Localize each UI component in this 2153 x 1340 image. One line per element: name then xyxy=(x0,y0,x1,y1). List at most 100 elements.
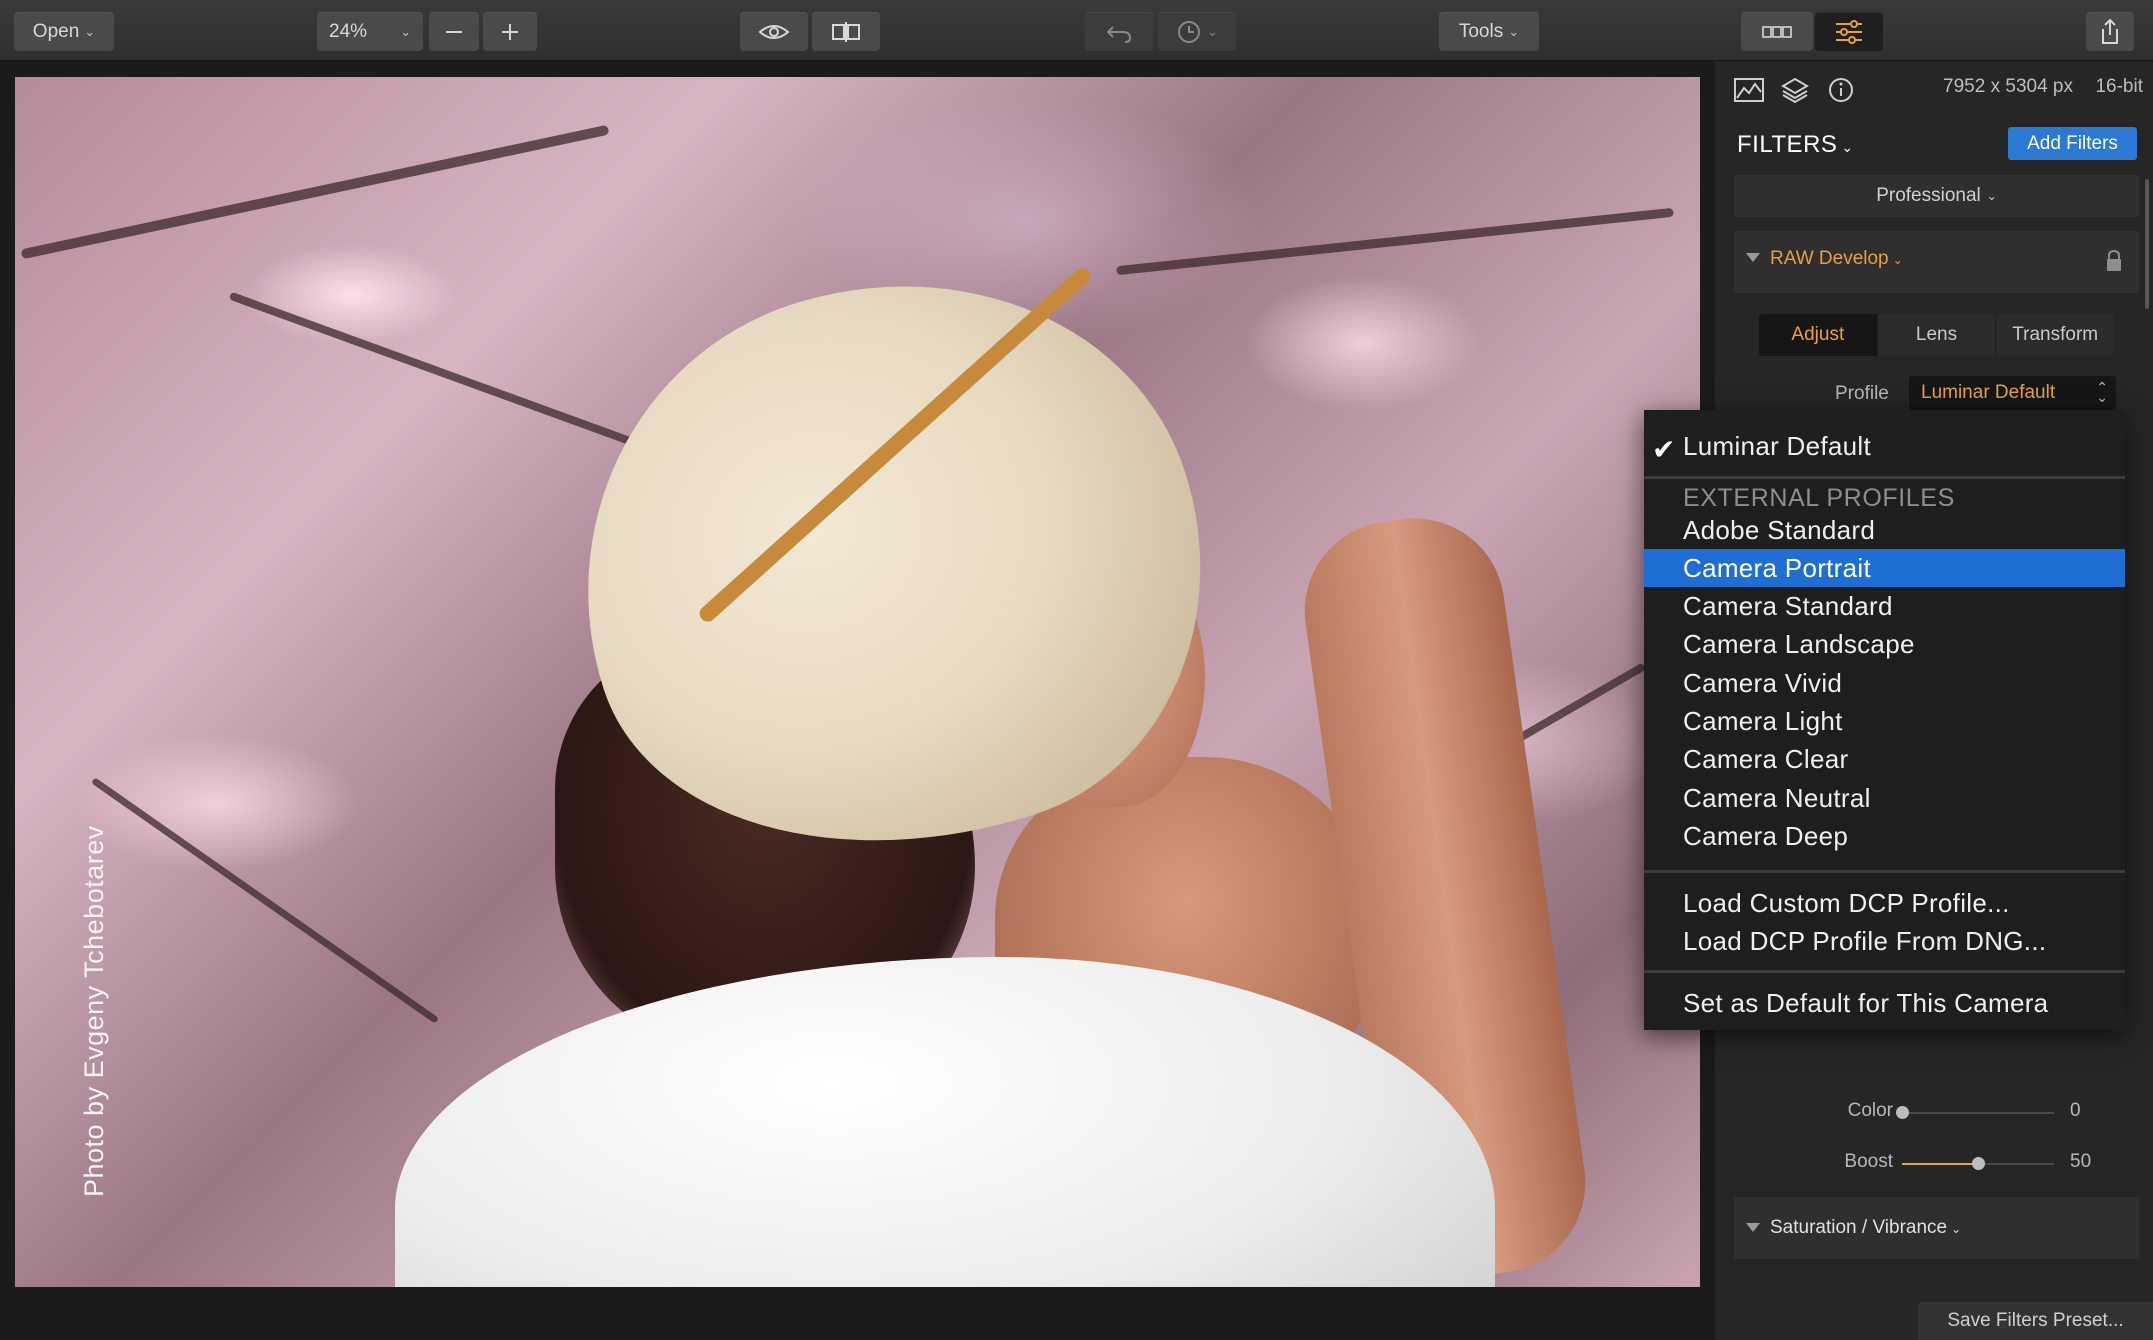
preview-toggle-button[interactable] xyxy=(740,12,808,51)
zoom-in-button[interactable] xyxy=(483,12,537,51)
histogram-tab[interactable] xyxy=(1733,75,1765,105)
menu-item-profile[interactable]: Camera Light xyxy=(1644,703,2125,741)
menu-item-profile[interactable]: Camera Landscape xyxy=(1644,626,2125,664)
filmstrip-icon xyxy=(1762,25,1792,38)
minus-icon xyxy=(446,30,462,33)
photo-detail xyxy=(20,124,610,260)
menu-item-profile[interactable]: Adobe Standard xyxy=(1644,511,2125,549)
boost-slider[interactable] xyxy=(1902,1157,2054,1170)
menu-item-profile[interactable]: Camera Standard xyxy=(1644,588,2125,626)
menu-separator xyxy=(1644,476,2125,479)
open-button[interactable]: Open ⌄ xyxy=(14,12,114,51)
photo-detail xyxy=(1116,207,1674,276)
sliders-icon xyxy=(1836,19,1862,44)
filters-title-label: FILTERS xyxy=(1737,131,1838,158)
zoom-out-button[interactable] xyxy=(429,12,479,51)
tab-lens[interactable]: Lens xyxy=(1878,314,1997,356)
boost-slider-row: Boost 50 xyxy=(1715,1149,2153,1179)
menu-item-load-custom-dcp[interactable]: Load Custom DCP Profile... xyxy=(1644,884,2125,922)
profile-value: Luminar Default xyxy=(1921,382,2056,403)
undo-button[interactable] xyxy=(1085,12,1153,51)
menu-item-profile[interactable]: Camera Deep xyxy=(1644,817,2125,855)
menu-item-set-default[interactable]: Set as Default for This Camera xyxy=(1644,984,2125,1022)
tab-adjust[interactable]: Adjust xyxy=(1759,314,1878,356)
info-tab[interactable] xyxy=(1825,75,1857,105)
checkmark-icon: ✔ xyxy=(1652,434,1676,465)
menu-separator xyxy=(1644,970,2125,973)
lock-icon[interactable] xyxy=(2105,249,2123,278)
menu-item-label: Luminar Default xyxy=(1683,430,1872,461)
menu-item-profile[interactable]: Camera Vivid xyxy=(1644,664,2125,702)
color-slider[interactable] xyxy=(1896,1106,2054,1119)
chevron-down-icon: ⌄ xyxy=(84,23,96,39)
menu-item-profile[interactable]: Camera Neutral xyxy=(1644,779,2125,817)
raw-develop-tabs: Adjust Lens Transform xyxy=(1759,314,2114,356)
workspace-select[interactable]: Professional ⌄ xyxy=(1734,175,2139,217)
filters-title[interactable]: FILTERS ⌄ xyxy=(1737,131,1854,159)
share-button[interactable] xyxy=(2086,12,2134,51)
zoom-value: 24% xyxy=(329,20,368,42)
boost-slider-label: Boost xyxy=(1844,1151,1893,1172)
saturation-vibrance-title-label: Saturation / Vibrance xyxy=(1770,1217,1948,1238)
color-slider-knob[interactable] xyxy=(1896,1106,1909,1119)
plus-icon xyxy=(502,23,518,40)
panel-scrollbar[interactable] xyxy=(2145,179,2149,309)
color-slider-row: Color 0 xyxy=(1715,1098,2153,1128)
layers-tab[interactable] xyxy=(1779,75,1811,105)
saturation-vibrance-title[interactable]: Saturation / Vibrance ⌄ xyxy=(1770,1217,1961,1239)
boost-slider-value: 50 xyxy=(2070,1151,2092,1172)
external-profiles-header: EXTERNAL PROFILES xyxy=(1683,484,1955,512)
photo-detail xyxy=(90,777,440,1024)
undo-icon xyxy=(1106,25,1132,43)
tab-transform[interactable]: Transform xyxy=(1996,314,2114,356)
profile-select[interactable]: Luminar Default ⌃ ⌄ xyxy=(1909,376,2116,410)
compare-icon xyxy=(832,21,860,42)
menu-item-load-dcp-from-dng[interactable]: Load DCP Profile From DNG... xyxy=(1644,922,2125,960)
saturation-vibrance-header[interactable]: Saturation / Vibrance ⌄ xyxy=(1734,1197,2139,1259)
layers-icon xyxy=(1781,77,1809,104)
collapse-triangle-icon[interactable] xyxy=(1746,253,1760,262)
clock-icon xyxy=(1178,20,1201,43)
raw-develop-title-label: RAW Develop xyxy=(1770,248,1889,269)
save-filters-preset-button[interactable]: Save Filters Preset... xyxy=(1918,1302,2153,1340)
chevron-down-icon: ⌄ xyxy=(1951,1222,1962,1236)
share-icon xyxy=(2102,18,2118,44)
boost-slider-knob[interactable] xyxy=(1972,1157,1985,1170)
raw-develop-title[interactable]: RAW Develop ⌄ xyxy=(1770,248,1903,270)
add-filters-button[interactable]: Add Filters xyxy=(2008,127,2137,160)
color-slider-value: 0 xyxy=(2070,1100,2081,1121)
top-toolbar: Open ⌄ 24% ⌄ ⌄ Tools ⌄ xyxy=(0,0,2153,61)
color-slider-label: Color xyxy=(1847,1100,1893,1121)
chevron-down-icon: ⌄ xyxy=(400,23,411,39)
menu-item-profile[interactable]: Camera Portrait xyxy=(1644,549,2125,588)
open-button-label: Open xyxy=(32,20,80,42)
history-button[interactable]: ⌄ xyxy=(1158,12,1236,51)
histogram-icon xyxy=(1734,78,1764,102)
chevron-down-icon: ⌄ xyxy=(1986,189,1997,203)
photo-credit: Photo by Evgeny Tchebotarev xyxy=(79,825,109,1197)
collapse-triangle-icon[interactable] xyxy=(1746,1223,1760,1232)
padlock-shape xyxy=(2107,249,2121,271)
info-icon xyxy=(1829,78,1853,102)
chevron-down-icon: ⌄ xyxy=(1892,253,1903,267)
zoom-select[interactable]: 24% ⌄ xyxy=(317,12,423,51)
menu-item-profile[interactable]: Camera Clear xyxy=(1644,741,2125,779)
image-dimensions: 7952 x 5304 px xyxy=(1943,76,2073,97)
profile-dropdown-menu: ✔ Luminar Default EXTERNAL PROFILES Adob… xyxy=(1644,410,2125,1030)
chevron-down-icon: ⌄ xyxy=(1841,139,1854,155)
up-down-chevron-icon: ⌃ ⌄ xyxy=(2096,379,2108,405)
bit-depth: 16-bit xyxy=(2095,76,2143,97)
image-canvas[interactable]: Photo by Evgeny Tchebotarev xyxy=(0,61,1715,1340)
chevron-down-icon: ⌄ xyxy=(1508,23,1520,39)
boost-slider-fill xyxy=(1902,1163,1978,1165)
compare-button[interactable] xyxy=(812,12,880,51)
tools-button-label: Tools xyxy=(1458,20,1504,42)
workspace-label: Professional xyxy=(1876,185,1981,206)
photo[interactable]: Photo by Evgeny Tchebotarev xyxy=(15,77,1700,1287)
eye-icon xyxy=(758,24,790,39)
tools-button[interactable]: Tools ⌄ xyxy=(1439,12,1539,51)
filters-panel-button[interactable] xyxy=(1815,12,1883,51)
raw-develop-header[interactable]: RAW Develop ⌄ xyxy=(1734,231,2139,293)
menu-item-luminar-default[interactable]: ✔ Luminar Default xyxy=(1644,427,2125,466)
filmstrip-button[interactable] xyxy=(1741,12,1813,51)
